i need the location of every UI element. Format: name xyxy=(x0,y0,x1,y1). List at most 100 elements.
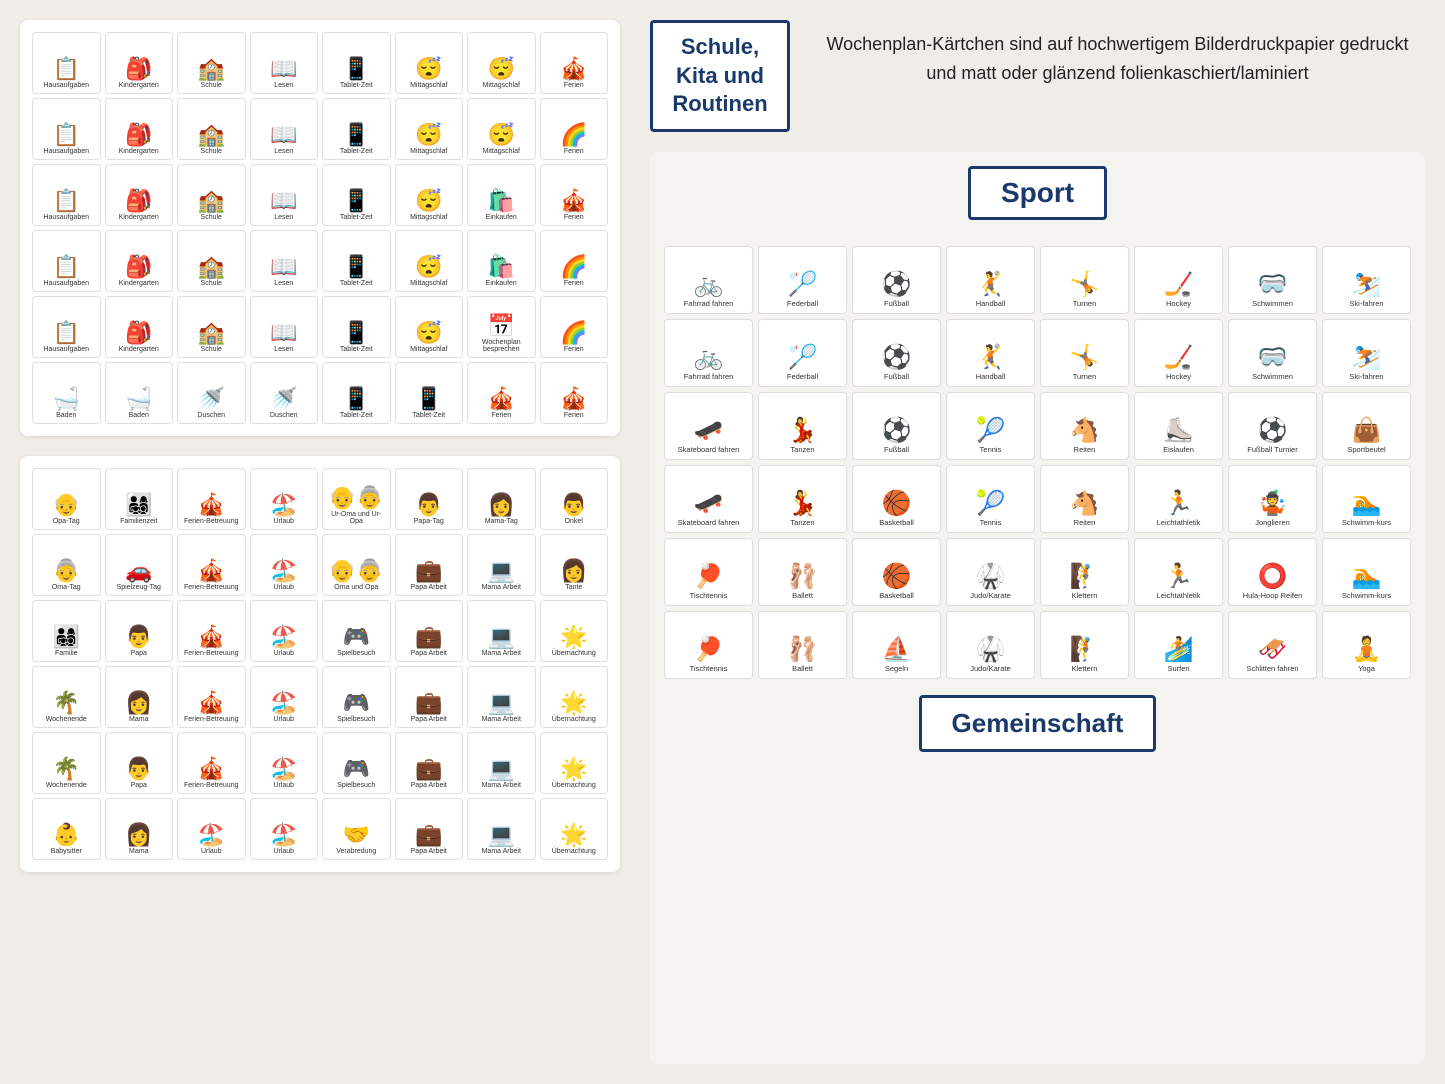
card-label: Mama xyxy=(129,848,148,856)
card-icon: 😴 xyxy=(415,124,442,146)
card-icon: 😴 xyxy=(415,322,442,344)
sport-card-label: Judo/Karate xyxy=(970,665,1010,674)
card-label: Mama Arbeit xyxy=(482,848,521,856)
family-card-item: 🎮 Spielbesuch xyxy=(322,732,391,794)
family-card-item: 💻 Mama Arbeit xyxy=(467,534,536,596)
card-label: Tablet-Zeit xyxy=(340,148,373,156)
card-icon: 🚿 xyxy=(198,388,225,410)
sport-badge-wrapper: Sport xyxy=(664,166,1411,234)
family-card-item: 💼 Papa Arbeit xyxy=(395,666,464,728)
family-card-item: 🎪 Ferien-Betreuung xyxy=(177,666,246,728)
sport-card-icon: ⚽ xyxy=(1258,419,1288,443)
sport-card-icon: 🚲 xyxy=(694,273,724,297)
sport-card-item: 💃 Tanzen xyxy=(758,392,847,460)
sport-card-label: Fahrrad fahren xyxy=(684,373,734,382)
sport-card-icon: 🐴 xyxy=(1070,492,1100,516)
sport-card-item: 🩰 Ballett xyxy=(758,538,847,606)
family-card-item: 👩 Mama xyxy=(105,798,174,860)
family-card-item: 👨‍👩‍👧‍👦 Familie xyxy=(32,600,101,662)
card-icon: 👨 xyxy=(125,626,152,648)
sport-card-item: 🛹 Skateboard fahren xyxy=(664,392,753,460)
sport-card-label: Judo/Karate xyxy=(970,592,1010,601)
sport-card-item: 🏊 Schwimm-kurs xyxy=(1322,538,1411,606)
card-label: Tante xyxy=(565,584,582,592)
family-card-item: 👨 Onkel xyxy=(540,468,609,530)
card-label: Mittagschlaf xyxy=(410,82,447,90)
card-item: 🎒 Kindergarten xyxy=(105,32,174,94)
sport-card-label: Klettern xyxy=(1072,665,1098,674)
family-card-item: 🌟 Übernachtung xyxy=(540,666,609,728)
sport-card-item: 🧗 Klettern xyxy=(1040,538,1129,606)
card-item: 🎒 Kindergarten xyxy=(105,164,174,226)
card-label: Schule xyxy=(201,346,222,354)
sport-card-icon: 🏓 xyxy=(694,565,724,589)
card-label: Opa-Tag xyxy=(53,518,80,526)
family-card-item: 👩 Mama-Tag xyxy=(467,468,536,530)
card-label: Tablet-Zeit xyxy=(340,412,373,420)
card-label: Urlaub xyxy=(273,518,294,526)
family-card-item: 🎪 Ferien-Betreuung xyxy=(177,600,246,662)
card-icon: 😴 xyxy=(415,190,442,212)
sport-card-icon: 🛹 xyxy=(694,419,724,443)
card-label: Schule xyxy=(201,280,222,288)
sport-card-label: Turnen xyxy=(1073,300,1097,309)
card-label: Kindergarten xyxy=(119,148,159,156)
card-icon: 🌴 xyxy=(53,758,80,780)
card-item: 📋 Hausaufgaben xyxy=(32,98,101,160)
sport-card-item: 🥋 Judo/Karate xyxy=(946,611,1035,679)
card-icon: 🎪 xyxy=(198,626,225,648)
card-label: Schule xyxy=(201,82,222,90)
sport-card-icon: 🐴 xyxy=(1070,419,1100,443)
card-icon: 📋 xyxy=(53,322,80,344)
sport-card-item: 🎾 Tennis xyxy=(946,392,1035,460)
sport-card-item: 🏄 Surfen xyxy=(1134,611,1223,679)
card-icon: 📱 xyxy=(343,58,370,80)
card-icon: 🌈 xyxy=(560,124,587,146)
sport-card-label: Tennis xyxy=(980,519,1002,528)
sport-card-icon: 🏒 xyxy=(1164,346,1194,370)
family-card-item: 💻 Mama Arbeit xyxy=(467,798,536,860)
right-panel: Schule,Kita undRoutinen Wochenplan-Kärtc… xyxy=(640,0,1445,1084)
sport-card-label: Schwimmen xyxy=(1252,373,1293,382)
card-icon: 🌟 xyxy=(560,824,587,846)
card-label: Kindergarten xyxy=(119,214,159,222)
family-card-item: 🎪 Ferien-Betreuung xyxy=(177,468,246,530)
sport-card-item: 🏀 Basketball xyxy=(852,538,941,606)
sport-card-item: ⭕ Hula-Hoop Reifen xyxy=(1228,538,1317,606)
card-item: 📋 Hausaufgaben xyxy=(32,164,101,226)
card-label: Babysitter xyxy=(51,848,82,856)
card-icon: 👵 xyxy=(53,560,80,582)
card-label: Duschen xyxy=(197,412,225,420)
sport-card-label: Handball xyxy=(976,300,1006,309)
family-card-item: 🎮 Spielbesuch xyxy=(322,600,391,662)
card-icon: 🎪 xyxy=(560,58,587,80)
sport-card-icon: 🩰 xyxy=(788,638,818,662)
card-item: 😴 Mittagschlaf xyxy=(467,32,536,94)
sport-card-grid: 🚲 Fahrrad fahren 🏸 Federball ⚽ Fußball 🤾… xyxy=(664,246,1411,679)
card-icon: 🏖️ xyxy=(270,626,297,648)
sport-card-label: Ballett xyxy=(792,592,813,601)
card-label: Ferien-Betreuung xyxy=(184,584,238,592)
card-icon: 👩 xyxy=(125,692,152,714)
sport-card-label: Yoga xyxy=(1358,665,1375,674)
family-card-item: 🏖️ Urlaub xyxy=(250,534,319,596)
sport-card-item: ⛷️ Ski-fahren xyxy=(1322,246,1411,314)
card-icon: 💼 xyxy=(415,758,442,780)
card-icon: 🏫 xyxy=(198,124,225,146)
top-card-grid: 📋 Hausaufgaben 🎒 Kindergarten 🏫 Schule 📖… xyxy=(32,32,608,424)
family-card-item: 💻 Mama Arbeit xyxy=(467,732,536,794)
card-icon: 📱 xyxy=(343,388,370,410)
card-icon: 👨 xyxy=(560,494,587,516)
top-description: Wochenplan-Kärtchen sind auf hochwertige… xyxy=(810,20,1425,132)
card-label: Papa Arbeit xyxy=(411,716,447,724)
sport-card-label: Schlitten fahren xyxy=(1246,665,1298,674)
card-item: 📖 Lesen xyxy=(250,164,319,226)
sport-card-label: Schwimm-kurs xyxy=(1342,519,1391,528)
card-label: Lesen xyxy=(274,346,293,354)
card-icon: 🏖️ xyxy=(270,560,297,582)
card-item: 🎪 Ferien xyxy=(540,32,609,94)
sport-card-icon: 🏸 xyxy=(788,273,818,297)
main-layout: 📋 Hausaufgaben 🎒 Kindergarten 🏫 Schule 📖… xyxy=(0,0,1445,1084)
sport-card-label: Federball xyxy=(787,373,818,382)
card-label: Lesen xyxy=(274,82,293,90)
